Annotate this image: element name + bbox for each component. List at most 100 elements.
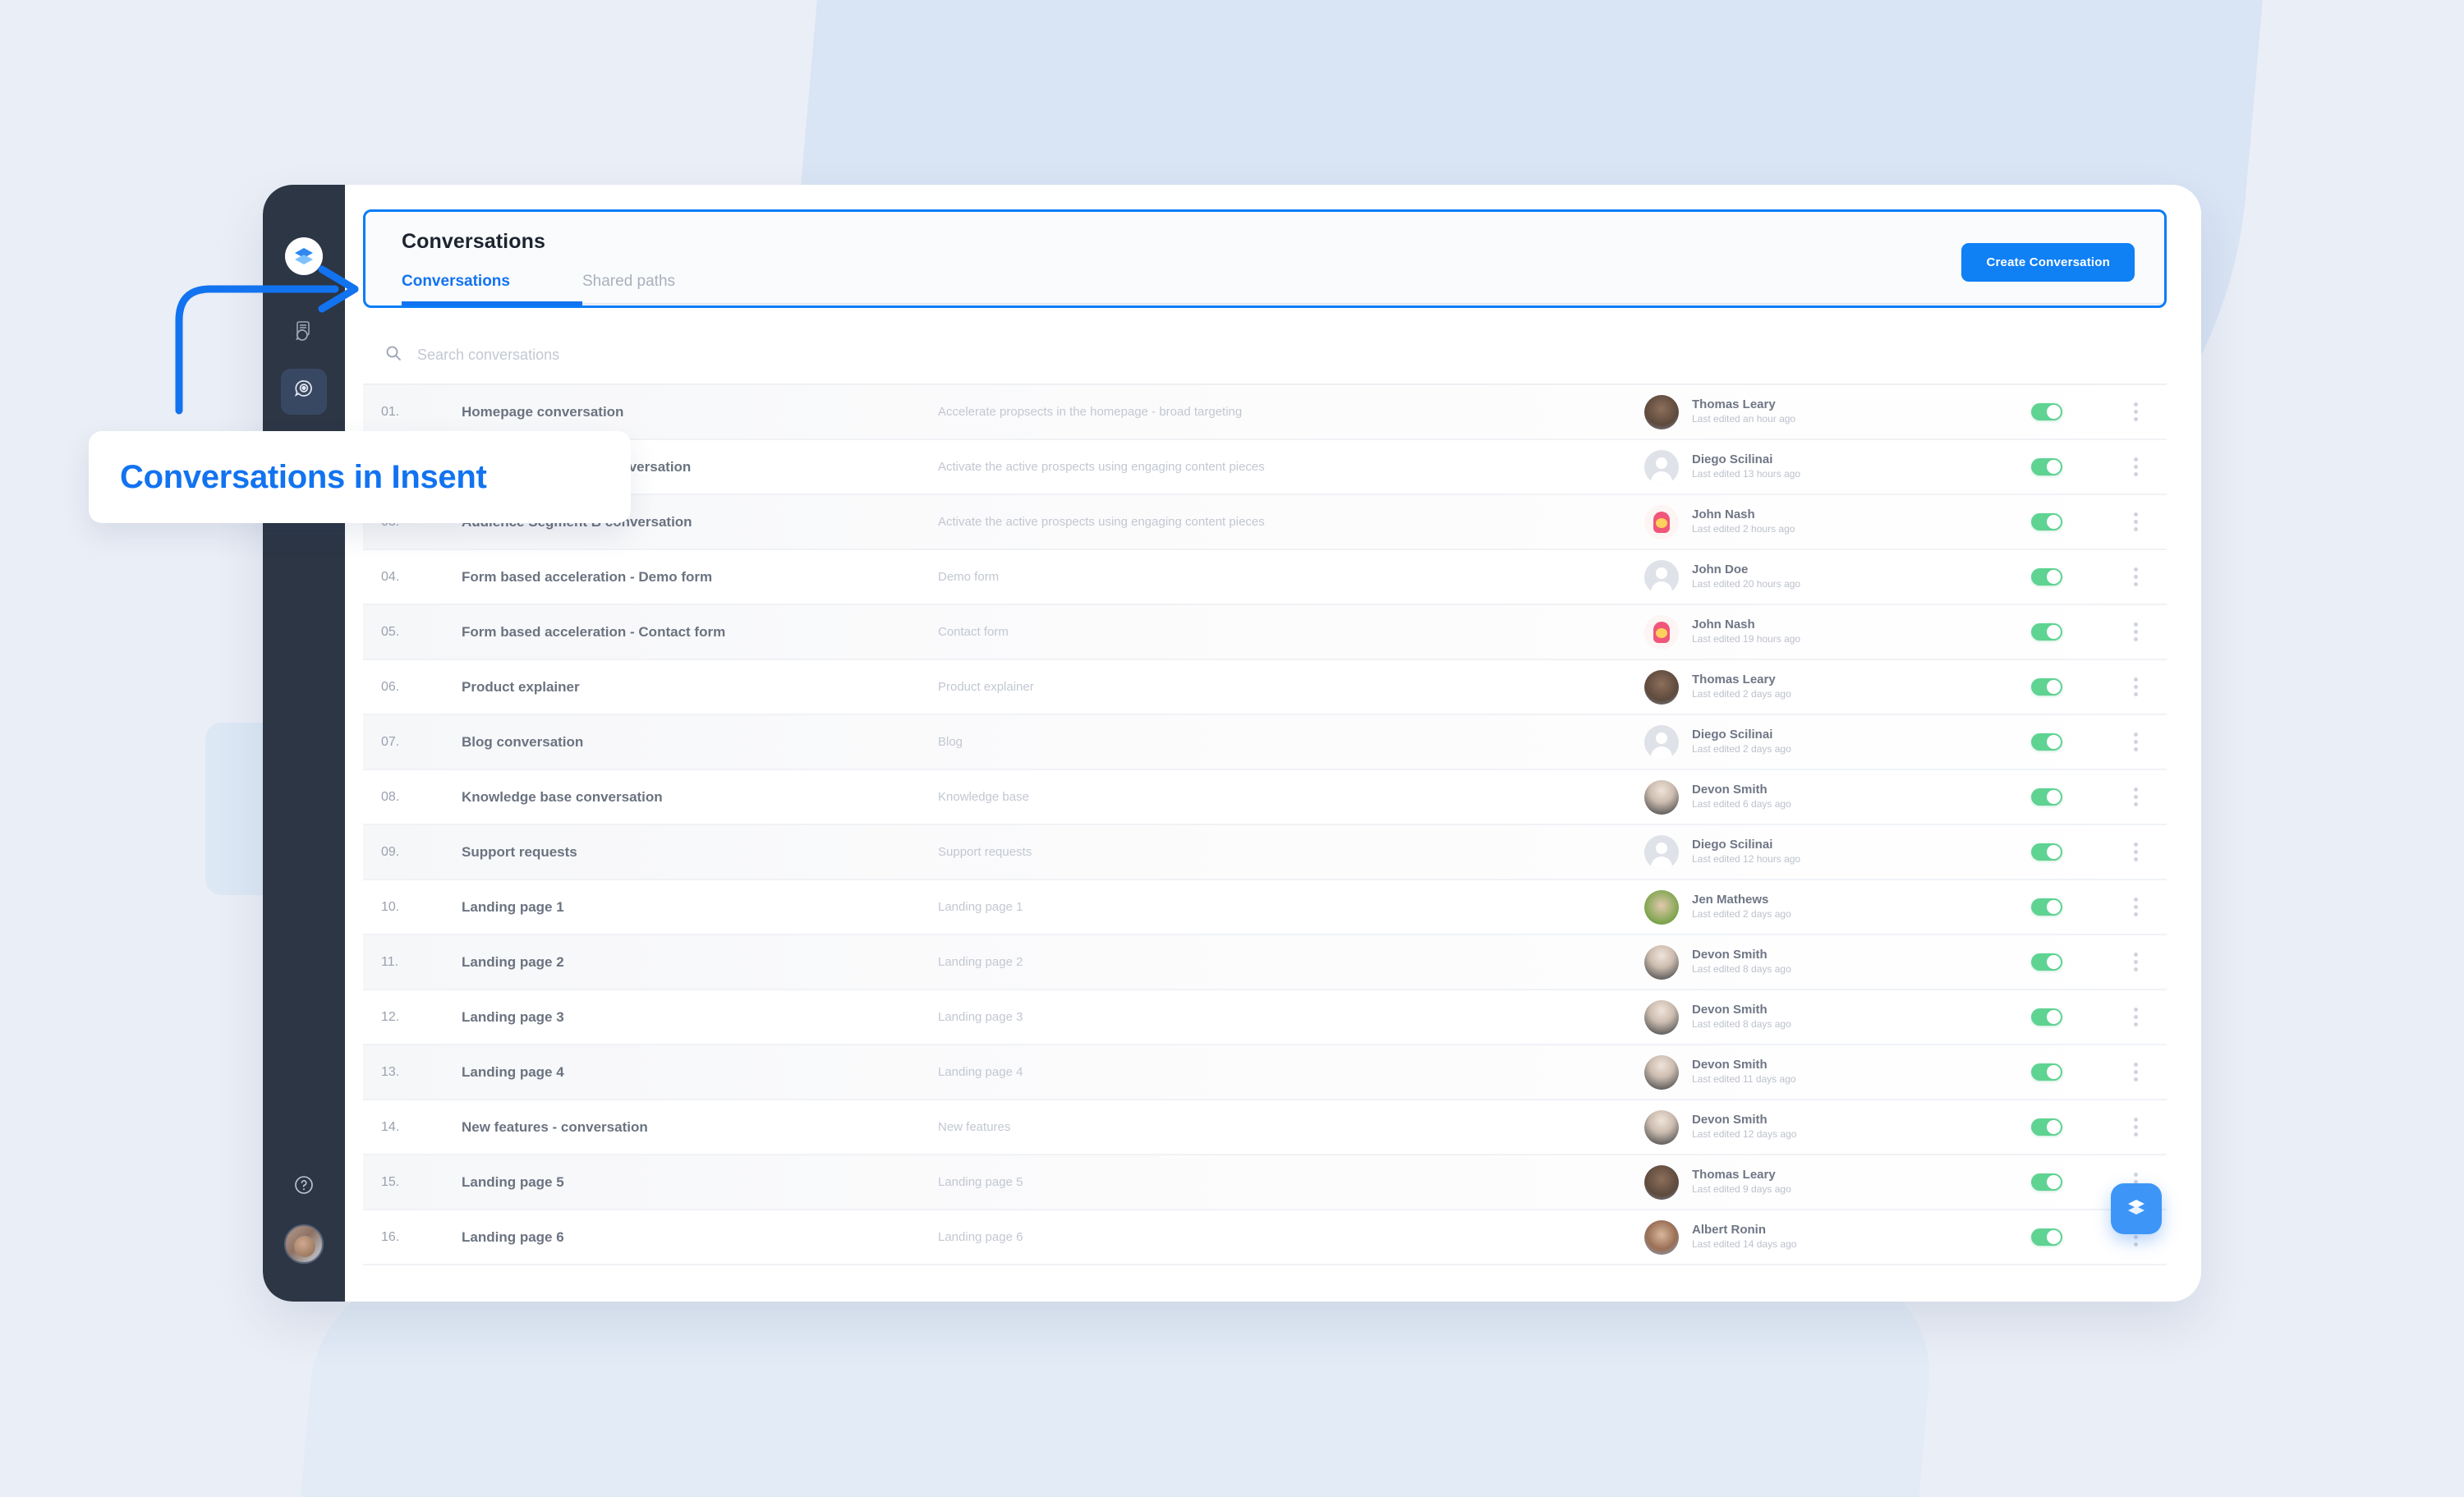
row-conversation-name: Form based acceleration - Demo form — [462, 568, 713, 585]
row-enabled-toggle[interactable] — [2031, 898, 2062, 916]
row-toggle-cell — [1989, 733, 2104, 751]
row-enabled-toggle[interactable] — [2031, 678, 2062, 696]
row-enabled-toggle[interactable] — [2031, 623, 2062, 641]
row-owner: Devon Smith Last edited 6 days ago — [1644, 779, 1989, 815]
row-menu-button[interactable] — [2104, 512, 2167, 531]
insent-layers-logo-icon[interactable] — [285, 237, 323, 275]
tab-bar-divider — [582, 303, 2164, 305]
table-row[interactable]: 13. Landing page 4 Landing page 4 Devon Smi… — [363, 1045, 2167, 1100]
row-menu-button[interactable] — [2104, 843, 2167, 861]
row-owner-name: Devon Smith — [1692, 1113, 1768, 1127]
table-row[interactable]: 03.Audience Segment B conversationActiva… — [363, 495, 2167, 550]
row-last-edited: Last edited 8 days ago — [1692, 1018, 1791, 1031]
row-description: Accelerate propsects in the homepage - b… — [938, 405, 1243, 419]
background-shape-bottom — [270, 1269, 1939, 1497]
row-menu-button[interactable] — [2104, 898, 2167, 916]
row-menu-button[interactable] — [2104, 732, 2167, 751]
row-menu-button[interactable] — [2104, 1063, 2167, 1081]
row-owner-name: Devon Smith — [1692, 1003, 1768, 1017]
search-bar[interactable] — [363, 326, 2167, 385]
row-menu-button[interactable] — [2104, 622, 2167, 641]
table-row[interactable]: 04. Form based acceleration - Demo form De… — [363, 550, 2167, 605]
table-row[interactable]: 09. Support requests Support requests Diego… — [363, 825, 2167, 880]
tab-conversations[interactable]: Conversations — [402, 268, 582, 302]
row-owner-name: Diego Scilinai — [1692, 452, 1773, 467]
row-menu-button[interactable] — [2104, 788, 2167, 806]
row-last-edited: Last edited 2 days ago — [1692, 688, 1791, 700]
row-enabled-toggle[interactable] — [2031, 458, 2062, 475]
tab-shared-paths[interactable]: Shared paths — [582, 268, 675, 302]
create-conversation-button[interactable]: Create Conversation — [1961, 243, 2135, 282]
row-enabled-toggle[interactable] — [2031, 843, 2062, 861]
avatar — [1644, 1054, 1679, 1090]
row-menu-button[interactable] — [2104, 953, 2167, 971]
row-conversation-name: Landing page 2 — [462, 953, 564, 970]
search-icon — [384, 344, 402, 366]
row-owner: John Doe Last edited 20 hours ago — [1644, 559, 1989, 595]
row-conversation-name: Homepage conversation — [462, 403, 624, 420]
row-toggle-cell — [1989, 458, 2104, 475]
row-enabled-toggle[interactable] — [2031, 788, 2062, 806]
table-row[interactable]: 15. Landing page 5 Landing page 5 Thomas Le… — [363, 1155, 2167, 1210]
table-row[interactable]: 12. Landing page 3 Landing page 3 Devon Smi… — [363, 990, 2167, 1045]
row-menu-button[interactable] — [2104, 677, 2167, 696]
row-enabled-toggle[interactable] — [2031, 1063, 2062, 1081]
row-owner: Thomas Leary Last edited 9 days ago — [1644, 1164, 1989, 1200]
row-menu-button[interactable] — [2104, 1118, 2167, 1137]
table-row[interactable]: 10. Landing page 1 Landing page 1 Jen Mathe… — [363, 880, 2167, 935]
table-row[interactable]: 08. Knowledge base conversation Knowledge … — [363, 770, 2167, 825]
help-circle-icon[interactable] — [286, 1167, 322, 1203]
row-last-edited: Last edited 13 hours ago — [1692, 468, 1801, 480]
table-row[interactable]: 01. Homepage conversation Accelerate props… — [363, 385, 2167, 440]
row-enabled-toggle[interactable] — [2031, 513, 2062, 530]
row-toggle-cell — [1989, 403, 2104, 420]
avatar — [1644, 1219, 1679, 1255]
kebab-menu-icon — [2133, 677, 2138, 696]
avatar — [1644, 1109, 1679, 1145]
row-enabled-toggle[interactable] — [2031, 403, 2062, 420]
row-enabled-toggle[interactable] — [2031, 733, 2062, 751]
row-owner-name: Diego Scilinai — [1692, 838, 1773, 852]
row-enabled-toggle[interactable] — [2031, 1118, 2062, 1136]
sidebar-item-conversations[interactable] — [281, 369, 327, 415]
kebab-menu-icon — [2133, 457, 2138, 476]
row-index: 05. — [381, 624, 400, 639]
search-input[interactable] — [417, 346, 992, 364]
row-enabled-toggle[interactable] — [2031, 1008, 2062, 1026]
row-last-edited: Last edited 20 hours ago — [1692, 578, 1801, 590]
row-last-edited: Last edited 2 days ago — [1692, 908, 1791, 921]
avatar — [1644, 394, 1679, 429]
row-owner: John Nash Last edited 2 hours ago — [1644, 504, 1989, 540]
row-toggle-cell — [1989, 1118, 2104, 1136]
row-enabled-toggle[interactable] — [2031, 568, 2062, 585]
table-row[interactable]: 06. Product explainer Product explainer Tho… — [363, 660, 2167, 715]
row-conversation-name: Landing page 5 — [462, 1173, 564, 1190]
conversations-table: 01. Homepage conversation Accelerate props… — [363, 385, 2167, 1265]
row-enabled-toggle[interactable] — [2031, 953, 2062, 971]
row-owner: Devon Smith Last edited 12 days ago — [1644, 1109, 1989, 1145]
row-enabled-toggle[interactable] — [2031, 1228, 2062, 1246]
table-row[interactable]: 16. Landing page 6 Landing page 6 Albert Ro… — [363, 1210, 2167, 1265]
row-conversation-name: New features - conversation — [462, 1118, 648, 1135]
kebab-menu-icon — [2133, 402, 2138, 421]
row-conversation-name: Product explainer — [462, 678, 580, 695]
kebab-menu-icon — [2133, 898, 2138, 916]
kebab-menu-icon — [2133, 567, 2138, 586]
row-last-edited: Last edited 19 hours ago — [1692, 633, 1801, 645]
row-menu-button[interactable] — [2104, 402, 2167, 421]
table-row[interactable]: 07. Blog conversation Blog Diego Scilinai La… — [363, 715, 2167, 770]
row-menu-button[interactable] — [2104, 457, 2167, 476]
sidebar-item-inbox[interactable] — [281, 310, 327, 356]
avatar[interactable] — [284, 1224, 324, 1264]
row-description: Landing page 1 — [938, 900, 1023, 914]
row-menu-button[interactable] — [2104, 567, 2167, 586]
row-index: 07. — [381, 734, 400, 749]
row-description: Landing page 4 — [938, 1065, 1023, 1079]
table-row[interactable]: 11. Landing page 2 Landing page 2 Devon Smi… — [363, 935, 2167, 990]
insent-widget-launcher-button[interactable] — [2111, 1183, 2162, 1234]
table-row[interactable]: 02.Audience Segment A conversationActiva… — [363, 440, 2167, 495]
table-row[interactable]: 14. New features - conversation New featur… — [363, 1100, 2167, 1155]
row-enabled-toggle[interactable] — [2031, 1173, 2062, 1191]
table-row[interactable]: 05. Form based acceleration - Contact for… — [363, 605, 2167, 660]
row-menu-button[interactable] — [2104, 1008, 2167, 1026]
